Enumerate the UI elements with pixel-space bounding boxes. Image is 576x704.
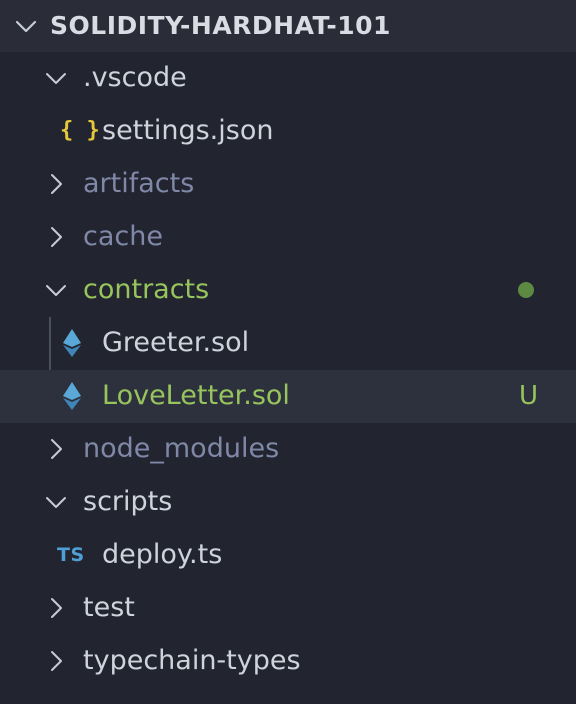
tree-item-label: settings.json: [102, 115, 274, 146]
modified-dot-indicator: [518, 282, 534, 298]
ethereum-icon: [63, 329, 81, 357]
tree-folder-cache[interactable]: cache: [0, 211, 576, 264]
tree-item-label: artifacts: [83, 168, 195, 199]
tree-folder-artifacts[interactable]: artifacts: [0, 158, 576, 211]
tree-folder-contracts[interactable]: contracts: [0, 264, 576, 317]
json-icon: { }: [60, 118, 100, 143]
tree-folder-vscode[interactable]: .vscode: [0, 52, 576, 105]
file-explorer: SOLIDITY-HARDHAT-101 .vscode { } setting…: [0, 0, 576, 704]
chevron-right-icon[interactable]: [44, 596, 68, 620]
explorer-root-title: SOLIDITY-HARDHAT-101: [50, 11, 391, 40]
tree-folder-test[interactable]: test: [0, 582, 576, 635]
chevron-right-icon[interactable]: [44, 649, 68, 673]
tree-folder-scripts[interactable]: scripts: [0, 476, 576, 529]
tree-item-label: Greeter.sol: [102, 327, 250, 358]
chevron-right-icon[interactable]: [44, 437, 68, 461]
typescript-icon: TS: [57, 544, 85, 566]
chevron-down-icon[interactable]: [44, 278, 68, 302]
tree-file-greeter-sol[interactable]: Greeter.sol: [0, 317, 576, 370]
tree-item-label: test: [83, 592, 135, 623]
tree-file-settings-json[interactable]: { } settings.json: [0, 105, 576, 158]
tree-folder-typechain-types[interactable]: typechain-types: [0, 635, 576, 688]
chevron-down-icon[interactable]: [44, 490, 68, 514]
chevron-right-icon[interactable]: [44, 172, 68, 196]
tree-folder-node-modules[interactable]: node_modules: [0, 423, 576, 476]
tree-file-loveletter-sol[interactable]: LoveLetter.sol U: [0, 370, 576, 423]
tree-item-label: node_modules: [83, 433, 280, 464]
tree-item-label: typechain-types: [83, 645, 301, 676]
tree-item-label: LoveLetter.sol: [102, 380, 290, 411]
chevron-right-icon[interactable]: [44, 225, 68, 249]
chevron-down-icon[interactable]: [44, 66, 68, 90]
tree-item-label: scripts: [83, 486, 173, 517]
tree-item-label: .vscode: [83, 62, 187, 93]
chevron-down-icon[interactable]: [14, 14, 38, 38]
tree-item-label: cache: [83, 221, 163, 252]
ethereum-icon: [63, 382, 81, 410]
tree-item-label: deploy.ts: [102, 539, 223, 570]
untracked-badge: U: [518, 381, 538, 411]
tree-item-label: contracts: [83, 274, 210, 305]
tree-row-cutoff: [50, 696, 350, 704]
tree-file-deploy-ts[interactable]: TS deploy.ts: [0, 529, 576, 582]
explorer-root-header[interactable]: SOLIDITY-HARDHAT-101: [0, 0, 576, 52]
